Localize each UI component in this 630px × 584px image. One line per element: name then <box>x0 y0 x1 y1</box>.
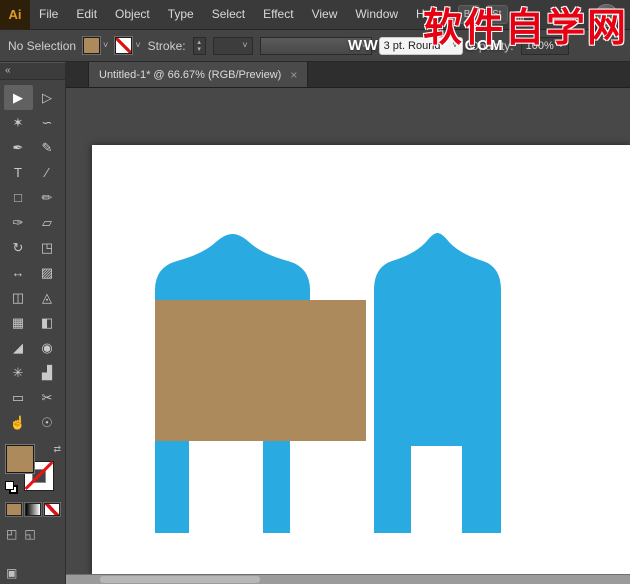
width-tool[interactable]: ↔ <box>4 260 33 285</box>
scale-tool[interactable]: ◳ <box>33 235 62 260</box>
pen-tool[interactable]: ✒ <box>4 135 33 160</box>
stroke-color-swatch[interactable]: ˅ <box>115 37 140 54</box>
line-segment-tool[interactable]: ∕ <box>33 160 62 185</box>
artboard-tool[interactable]: ▭ <box>4 385 33 410</box>
menu-help[interactable]: Help <box>407 0 450 29</box>
stock-icon[interactable]: St <box>486 5 508 24</box>
tab-title: Untitled-1* @ 66.67% (RGB/Preview) <box>99 69 281 81</box>
zoom-tool[interactable]: ☉ <box>33 410 62 435</box>
color-button[interactable] <box>6 503 22 516</box>
chevron-down-icon: ˅ <box>558 41 563 50</box>
illustrator-window: Ai File Edit Object Type Select Effect V… <box>0 0 630 584</box>
horizontal-scrollbar[interactable] <box>66 574 630 584</box>
gradient-button[interactable] <box>25 503 41 516</box>
chevron-down-icon: ˅ <box>135 41 140 50</box>
brush-definition-value: 3 pt. Round <box>384 40 441 52</box>
lasso-tool[interactable]: ∽ <box>33 110 62 135</box>
chevron-down-icon: ˅ <box>242 41 247 50</box>
menu-edit[interactable]: Edit <box>67 0 106 29</box>
collapse-panel-icon[interactable]: « <box>5 65 11 76</box>
tools-panel: « ▶ ▷ ✶ ∽ ✒ ✎ T ∕ □ ✏ ✑ ▱ ↻ ◳ ↔ ▨ ◫ ◬ ▦ … <box>0 62 66 584</box>
screen-mode-icon[interactable]: ▣ <box>6 566 17 580</box>
tools-panel-header[interactable]: « <box>0 63 65 80</box>
selection-status: No Selection <box>8 39 76 53</box>
draw-normal-icon[interactable]: ◰ <box>6 527 17 541</box>
magic-wand-tool[interactable]: ✶ <box>4 110 33 135</box>
hand-tool[interactable]: ☝ <box>4 410 33 435</box>
eraser-tool[interactable]: ▱ <box>33 210 62 235</box>
menu-window[interactable]: Window <box>346 0 407 29</box>
stroke-none-icon <box>115 37 132 54</box>
direct-selection-tool[interactable]: ▷ <box>33 85 62 110</box>
stroke-label: Stroke: <box>148 39 186 53</box>
document-tab-bar: Untitled-1* @ 66.67% (RGB/Preview) × <box>66 62 630 88</box>
pencil-tool[interactable]: ✑ <box>4 210 33 235</box>
stroke-weight-stepper[interactable]: ▴ ▾ <box>193 37 206 55</box>
workspace-chevron-icon[interactable]: ▾ <box>531 9 536 20</box>
menu-effect[interactable]: Effect <box>254 0 302 29</box>
pasteboard[interactable] <box>66 88 630 584</box>
menu-object[interactable]: Object <box>106 0 159 29</box>
right-arched-post-shape[interactable] <box>374 233 501 533</box>
table-board-shape[interactable] <box>155 300 366 441</box>
chevron-down-icon: ˅ <box>103 41 108 50</box>
opacity-label: Opacity: <box>470 39 514 53</box>
symbol-sprayer-tool[interactable]: ✳ <box>4 360 33 385</box>
variable-width-profile-dropdown[interactable]: ˅ <box>260 37 372 55</box>
blend-tool[interactable]: ◉ <box>33 335 62 360</box>
menu-view[interactable]: View <box>303 0 347 29</box>
eyedropper-tool[interactable]: ◢ <box>4 335 33 360</box>
column-graph-tool[interactable]: ▟ <box>33 360 62 385</box>
tab-close-icon[interactable]: × <box>290 68 297 82</box>
screen-mode-row: ▣ <box>6 566 17 580</box>
opacity-dropdown[interactable]: 100% ˅ <box>521 37 569 55</box>
fill-color-icon <box>83 37 100 54</box>
chevron-down-icon: ˅ <box>361 41 366 50</box>
draw-mode-buttons: ◰ ◱ <box>6 527 65 541</box>
stepper-down-icon[interactable]: ▾ <box>197 46 201 53</box>
none-button[interactable] <box>44 503 60 516</box>
fill-color-swatch[interactable]: ˅ <box>83 37 108 54</box>
slice-tool[interactable]: ✂ <box>33 385 62 410</box>
chevron-down-icon: ˅ <box>452 41 457 50</box>
bridge-icon[interactable]: Br <box>458 5 480 24</box>
free-transform-tool[interactable]: ▨ <box>33 260 62 285</box>
stroke-weight-dropdown[interactable]: ˅ <box>213 37 253 55</box>
app-bar-shortcuts: Br St ▥ ▾ <box>458 5 536 24</box>
opacity-value: 100% <box>526 40 554 52</box>
draw-behind-icon[interactable]: ◱ <box>24 527 35 541</box>
perspective-grid-tool[interactable]: ◬ <box>33 285 62 310</box>
swap-fill-stroke-icon[interactable]: ⇄ <box>53 444 61 455</box>
fill-indicator[interactable] <box>6 445 34 473</box>
rotate-tool[interactable]: ↻ <box>4 235 33 260</box>
paint-type-buttons <box>6 503 65 516</box>
paintbrush-tool[interactable]: ✏ <box>33 185 62 210</box>
menu-select[interactable]: Select <box>203 0 254 29</box>
fill-stroke-widget: ⇄ <box>5 444 61 494</box>
shape-builder-tool[interactable]: ◫ <box>4 285 33 310</box>
workspace-icon[interactable]: ▥ <box>514 8 525 22</box>
app-logo-icon[interactable]: Ai <box>0 0 30 29</box>
brush-definition-dropdown[interactable]: 3 pt. Round ˅ <box>379 37 463 55</box>
gradient-tool[interactable]: ◧ <box>33 310 62 335</box>
artboard[interactable] <box>92 145 630 576</box>
menu-type[interactable]: Type <box>159 0 203 29</box>
stepper-up-icon[interactable]: ▴ <box>197 39 201 46</box>
curvature-tool[interactable]: ✎ <box>33 135 62 160</box>
type-tool[interactable]: T <box>4 160 33 185</box>
menu-file[interactable]: File <box>30 0 67 29</box>
control-bar: No Selection ˅ ˅ Stroke: ▴ ▾ ˅ ˅ 3 pt. R… <box>0 30 630 62</box>
scrollbar-thumb[interactable] <box>100 576 260 583</box>
mesh-tool[interactable]: ▦ <box>4 310 33 335</box>
selection-tool[interactable]: ▶ <box>4 85 33 110</box>
artwork-canvas <box>92 145 630 576</box>
rectangle-tool[interactable]: □ <box>4 185 33 210</box>
default-fill-stroke-icon[interactable] <box>5 481 18 494</box>
document-tab[interactable]: Untitled-1* @ 66.67% (RGB/Preview) × <box>88 62 308 87</box>
tools-grid: ▶ ▷ ✶ ∽ ✒ ✎ T ∕ □ ✏ ✑ ▱ ↻ ◳ ↔ ▨ ◫ ◬ ▦ ◧ … <box>0 85 65 435</box>
menu-bar: Ai File Edit Object Type Select Effect V… <box>0 0 630 30</box>
